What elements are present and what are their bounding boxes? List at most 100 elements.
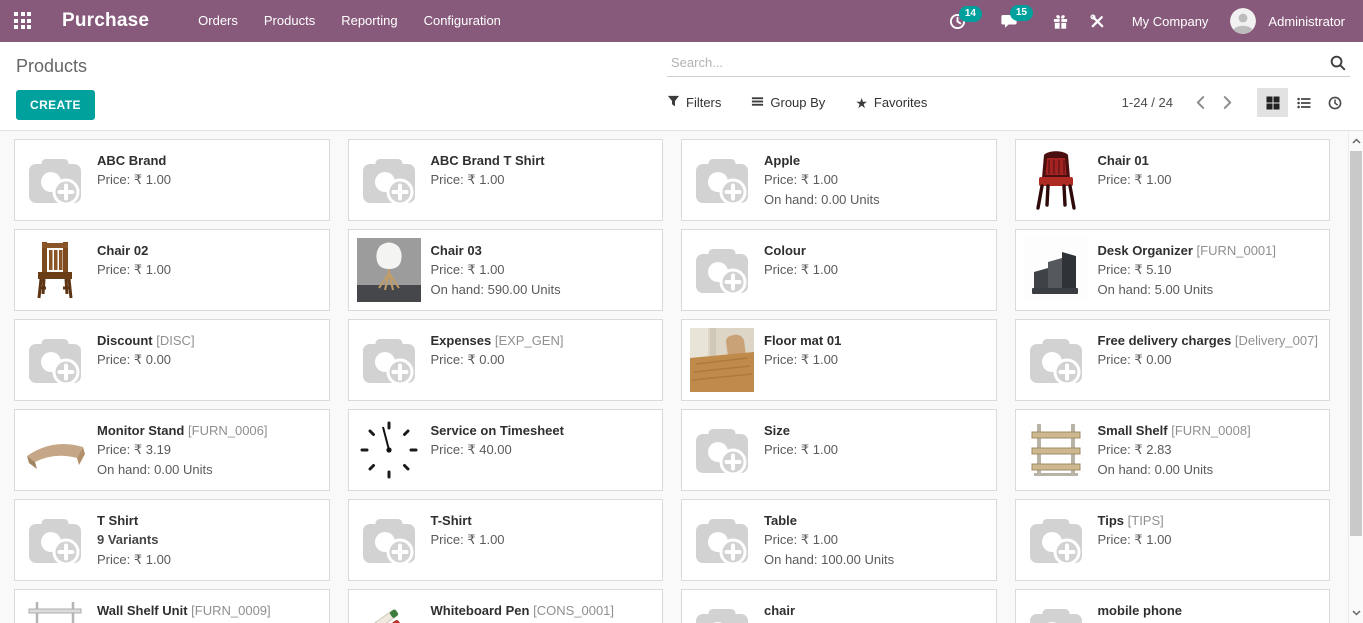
company-switcher[interactable]: My Company [1128, 14, 1213, 29]
activity-view-button[interactable] [1319, 88, 1350, 117]
small-shelf-image [1024, 418, 1088, 482]
funnel-icon [667, 95, 680, 111]
product-card[interactable]: Chair 02Price: ₹ 1.00 [14, 229, 330, 311]
product-card[interactable]: ColourPrice: ₹ 1.00 [681, 229, 997, 311]
wooden-chair-image [23, 238, 87, 302]
product-card[interactable]: Chair 03Price: ₹ 1.00On hand: 590.00 Uni… [348, 229, 664, 311]
product-name: Table [764, 511, 894, 530]
product-name: Desk Organizer FURN_0001 [1098, 241, 1277, 260]
floor-mat-image [690, 328, 754, 392]
product-name: chair [764, 601, 795, 620]
product-card[interactable]: SizePrice: ₹ 1.00 [681, 409, 997, 491]
product-card[interactable]: mobile phone [1015, 589, 1331, 623]
product-code: FURN_0006 [188, 423, 268, 438]
product-name: Small Shelf FURN_0008 [1098, 421, 1251, 440]
create-button[interactable]: CREATE [16, 90, 95, 120]
product-price: Price: ₹ 1.00 [1098, 170, 1172, 190]
camera-placeholder-icon [23, 508, 87, 572]
product-card[interactable]: Small Shelf FURN_0008Price: ₹ 2.83On han… [1015, 409, 1331, 491]
favorites-button[interactable]: ★ Favorites [855, 95, 927, 110]
menu-item-reporting[interactable]: Reporting [328, 0, 410, 42]
bars-icon [751, 95, 764, 111]
camera-placeholder-icon [690, 508, 754, 572]
product-name: Chair 02 [97, 241, 171, 260]
list-view-button[interactable] [1288, 88, 1319, 117]
product-code: TIPS [1128, 513, 1164, 528]
monitor-stand-image [23, 418, 87, 482]
product-name: Size [764, 421, 838, 440]
product-code: FURN_0001 [1197, 243, 1277, 258]
product-card[interactable]: Floor mat 01Price: ₹ 1.00 [681, 319, 997, 401]
pager-next-button[interactable] [1214, 92, 1241, 113]
whiteboard-pen-image [357, 598, 421, 623]
product-name: Apple [764, 151, 880, 170]
menu-item-configuration[interactable]: Configuration [411, 0, 514, 42]
product-name: T-Shirt [431, 511, 505, 530]
menu-item-orders[interactable]: Orders [185, 0, 251, 42]
product-card[interactable]: ABC BrandPrice: ₹ 1.00 [14, 139, 330, 221]
control-panel: Products CREATE Filters Group By ★ Favor… [0, 42, 1363, 131]
breadcrumb: Products [16, 56, 667, 77]
tools-icon[interactable] [1083, 9, 1112, 34]
product-card[interactable]: Monitor Stand FURN_0006Price: ₹ 3.19On h… [14, 409, 330, 491]
group-by-button[interactable]: Group By [751, 95, 825, 111]
pager: 1-24 / 24 [1122, 92, 1241, 113]
product-card[interactable]: Tips TIPSPrice: ₹ 1.00 [1015, 499, 1331, 581]
product-card[interactable]: TablePrice: ₹ 1.00On hand: 100.00 Units [681, 499, 997, 581]
product-card[interactable]: Chair 01Price: ₹ 1.00 [1015, 139, 1331, 221]
camera-placeholder-icon [690, 598, 754, 623]
avatar[interactable] [1230, 8, 1256, 34]
product-name: Discount DISC [97, 331, 195, 350]
product-code: FURN_0008 [1171, 423, 1251, 438]
product-on-hand: On hand: 0.00 Units [1098, 460, 1251, 480]
messages-chat-icon[interactable]: 15 [994, 8, 1024, 34]
user-menu[interactable]: Administrator [1264, 14, 1349, 29]
star-icon: ★ [855, 96, 868, 110]
magnifier-icon[interactable] [1327, 54, 1348, 71]
red-chair-image [1024, 148, 1088, 212]
product-card[interactable]: chair [681, 589, 997, 623]
product-card[interactable]: ABC Brand T ShirtPrice: ₹ 1.00 [348, 139, 664, 221]
camera-placeholder-icon [1024, 508, 1088, 572]
product-card[interactable]: T-ShirtPrice: ₹ 1.00 [348, 499, 664, 581]
product-price: Price: ₹ 1.00 [97, 170, 171, 190]
product-code: EXP_GEN [495, 333, 564, 348]
product-card[interactable]: Discount DISCPrice: ₹ 0.00 [14, 319, 330, 401]
scrollbar-thumb[interactable] [1350, 151, 1362, 536]
timesheet-clock-image [357, 418, 421, 482]
topbar-systray: 14 15 My Company Administrator [943, 8, 1349, 34]
camera-placeholder-icon [690, 418, 754, 482]
product-on-hand: On hand: 100.00 Units [764, 550, 894, 570]
product-on-hand: On hand: 590.00 Units [431, 280, 561, 300]
product-name: Colour [764, 241, 838, 260]
pager-previous-button[interactable] [1187, 92, 1214, 113]
product-price: Price: ₹ 0.00 [97, 350, 195, 370]
product-card[interactable]: Expenses EXP_GENPrice: ₹ 0.00 [348, 319, 664, 401]
product-card[interactable]: Service on TimesheetPrice: ₹ 40.00 [348, 409, 664, 491]
product-name: Service on Timesheet [431, 421, 564, 440]
product-name: ABC Brand [97, 151, 171, 170]
product-card[interactable]: ApplePrice: ₹ 1.00On hand: 0.00 Units [681, 139, 997, 221]
vertical-scrollbar[interactable] [1348, 131, 1363, 623]
chevron-up-icon[interactable] [1349, 134, 1363, 148]
activities-clock-icon[interactable]: 14 [943, 9, 972, 34]
product-card[interactable]: Free delivery charges Delivery_007Price:… [1015, 319, 1331, 401]
product-name: Monitor Stand FURN_0006 [97, 421, 268, 440]
product-price: Price: ₹ 1.00 [431, 530, 505, 550]
kanban-view-button[interactable] [1257, 88, 1288, 117]
chevron-down-icon[interactable] [1349, 606, 1363, 620]
product-code: DISC [156, 333, 194, 348]
gift-icon[interactable] [1046, 9, 1075, 34]
product-price: Price: ₹ 1.00 [764, 170, 880, 190]
product-price: Price: ₹ 1.00 [764, 530, 894, 550]
menu-item-products[interactable]: Products [251, 0, 328, 42]
search-input[interactable] [669, 54, 1327, 71]
apps-grid-icon[interactable] [14, 12, 32, 30]
filters-button[interactable]: Filters [667, 95, 721, 111]
camera-placeholder-icon [357, 508, 421, 572]
product-code: CONS_0001 [533, 603, 614, 618]
product-card[interactable]: Wall Shelf Unit FURN_0009 [14, 589, 330, 623]
product-card[interactable]: Desk Organizer FURN_0001Price: ₹ 5.10On … [1015, 229, 1331, 311]
product-card[interactable]: Whiteboard Pen CONS_0001 [348, 589, 664, 623]
product-card[interactable]: T Shirt9 VariantsPrice: ₹ 1.00 [14, 499, 330, 581]
